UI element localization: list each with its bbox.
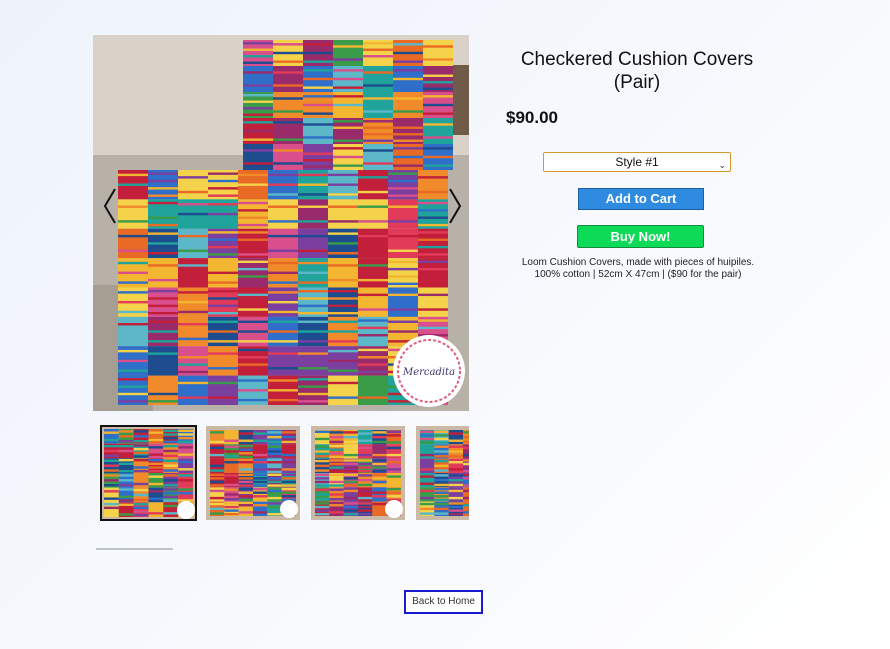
chevron-down-icon: ⌄ [718, 160, 726, 170]
thumbnail-image [206, 426, 300, 520]
style-select-value: Style #1 [615, 155, 659, 169]
buy-now-button[interactable]: Buy Now! [577, 225, 704, 248]
gallery-next-button[interactable] [446, 186, 464, 226]
product-title-line: (Pair) [613, 72, 661, 93]
thumbnail-image [100, 425, 197, 521]
thumbnail-4[interactable] [416, 426, 469, 520]
product-title-line: Checkered Cushion Covers [520, 49, 754, 70]
add-to-cart-button[interactable]: Add to Cart [578, 188, 704, 210]
back-to-home-button[interactable]: Back to Home [404, 590, 483, 614]
product-main-image: Mercadita [93, 35, 469, 411]
product-price: $90.00 [506, 108, 558, 127]
description-line: 100% cotton | 52cm X 47cm | ($90 for the… [534, 269, 742, 280]
divider [96, 548, 173, 550]
chevron-left-icon [103, 188, 116, 224]
thumbnail-strip [100, 425, 469, 522]
thumbnail-image [311, 426, 405, 520]
chevron-right-icon [449, 188, 462, 224]
style-select[interactable]: Style #1 ⌄ [543, 152, 731, 172]
thumbnail-2[interactable] [206, 426, 300, 520]
thumbnail-3[interactable] [311, 426, 405, 520]
product-title: Checkered Cushion Covers (Pair) [506, 48, 768, 94]
product-description: Loom Cushion Covers, made with pieces of… [505, 257, 771, 281]
svg-text:Mercadita: Mercadita [402, 367, 455, 378]
thumbnail-1[interactable] [100, 425, 197, 521]
thumbnail-image [416, 426, 469, 520]
cushion-photo: Mercadita [93, 35, 469, 411]
description-line: Loom Cushion Covers, made with pieces of… [521, 257, 755, 268]
gallery-prev-button[interactable] [101, 186, 119, 226]
